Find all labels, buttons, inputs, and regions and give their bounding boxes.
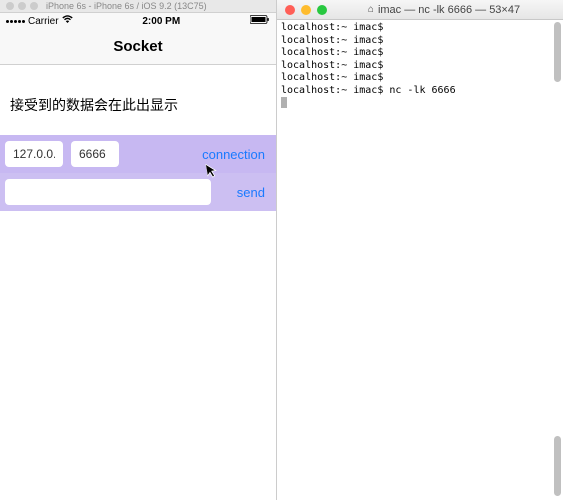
port-input[interactable] <box>71 141 119 167</box>
ios-status-bar: Carrier 2:00 PM <box>0 13 276 29</box>
minimize-icon[interactable] <box>18 2 26 10</box>
terminal-line: localhost:~ imac$ <box>281 60 559 73</box>
message-input[interactable] <box>5 179 211 205</box>
terminal-line: localhost:~ imac$ nc -lk 6666 <box>281 85 559 98</box>
close-icon[interactable] <box>6 2 14 10</box>
minimize-icon[interactable] <box>301 5 311 15</box>
terminal-line: localhost:~ imac$ <box>281 72 559 85</box>
scrollbar-thumb[interactable] <box>554 436 561 496</box>
terminal-output[interactable]: localhost:~ imac$localhost:~ imac$localh… <box>277 20 563 500</box>
status-time: 2:00 PM <box>142 16 180 27</box>
zoom-icon[interactable] <box>30 2 38 10</box>
terminal-window-title: ⌂ imac — nc -lk 6666 — 53×47 <box>333 4 555 16</box>
simulator-titlebar: iPhone 6s - iPhone 6s / iOS 9.2 (13C75) <box>0 0 276 13</box>
ios-simulator-window: iPhone 6s - iPhone 6s / iOS 9.2 (13C75) … <box>0 0 276 500</box>
connection-row: connection <box>0 135 276 173</box>
scrollbar-thumb[interactable] <box>554 22 561 82</box>
connection-button[interactable]: connection <box>196 143 271 166</box>
close-icon[interactable] <box>285 5 295 15</box>
terminal-line: localhost:~ imac$ <box>281 35 559 48</box>
zoom-icon[interactable] <box>317 5 327 15</box>
signal-icon <box>6 20 25 23</box>
terminal-line: localhost:~ imac$ <box>281 47 559 60</box>
carrier-label: Carrier <box>28 16 59 27</box>
terminal-window: ⌂ imac — nc -lk 6666 — 53×47 localhost:~… <box>276 0 563 500</box>
wifi-icon <box>62 15 73 27</box>
traffic-lights[interactable] <box>6 2 38 10</box>
battery-icon <box>250 15 270 27</box>
navigation-bar: Socket <box>0 29 276 65</box>
page-title: Socket <box>113 38 162 55</box>
terminal-titlebar: ⌂ imac — nc -lk 6666 — 53×47 <box>277 0 563 20</box>
send-row: send <box>0 173 276 211</box>
terminal-line: localhost:~ imac$ <box>281 22 559 35</box>
received-data-label: 接受到的数据会在此出显示 <box>0 65 276 135</box>
send-button[interactable]: send <box>231 181 271 204</box>
terminal-scrollbar[interactable] <box>554 20 561 498</box>
ip-input[interactable] <box>5 141 63 167</box>
terminal-cursor <box>281 97 287 108</box>
home-folder-icon: ⌂ <box>368 4 374 15</box>
simulator-window-title: iPhone 6s - iPhone 6s / iOS 9.2 (13C75) <box>46 1 207 11</box>
app-content: 接受到的数据会在此出显示 connection send <box>0 65 276 500</box>
